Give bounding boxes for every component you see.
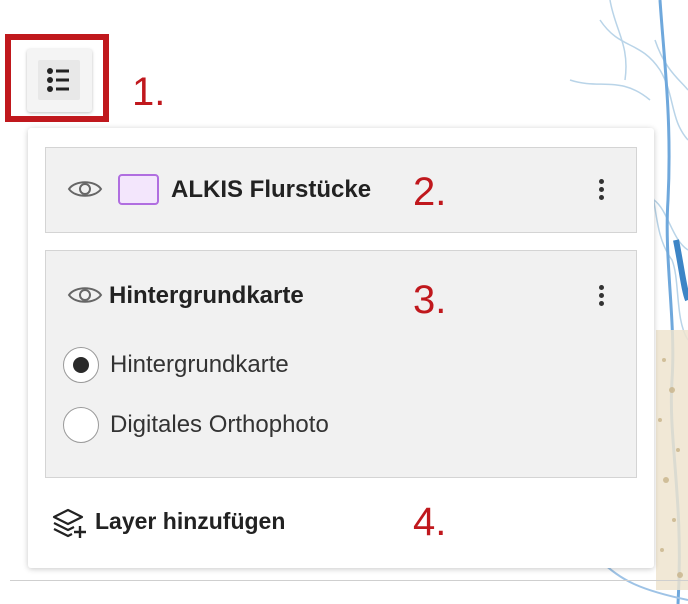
kebab-menu-icon[interactable] bbox=[591, 280, 611, 312]
radio-option-digitales-orthophoto[interactable]: Digitales Orthophoto bbox=[63, 407, 383, 447]
radio-label: Hintergrundkarte bbox=[110, 351, 289, 378]
layer-title: Hintergrundkarte bbox=[109, 282, 304, 309]
radio-label: Digitales Orthophoto bbox=[110, 411, 329, 438]
eye-icon[interactable] bbox=[67, 284, 103, 306]
annotation-number: 1. bbox=[132, 70, 166, 114]
annotation-number: 2. bbox=[413, 170, 447, 214]
polygon-swatch-icon bbox=[118, 174, 159, 205]
add-layer-label: Layer hinzufügen bbox=[95, 508, 286, 534]
layer-card-alkis: ALKIS Flurstücke bbox=[45, 147, 637, 233]
list-icon bbox=[47, 68, 69, 92]
eye-icon[interactable] bbox=[67, 178, 103, 200]
radio-option-hintergrundkarte[interactable]: Hintergrundkarte bbox=[63, 347, 383, 387]
add-layer-button[interactable]: Layer hinzufügen bbox=[52, 506, 322, 540]
divider bbox=[10, 580, 688, 581]
kebab-menu-icon[interactable] bbox=[591, 174, 611, 206]
radio-button[interactable] bbox=[63, 347, 99, 383]
radio-button[interactable] bbox=[63, 407, 99, 443]
annotation-number: 3. bbox=[413, 278, 447, 322]
layers-add-icon bbox=[52, 508, 86, 538]
layer-panel-toggle-button[interactable] bbox=[27, 49, 92, 112]
layer-card-hintergrundkarte: Hintergrundkarte Hintergrundkarte Digita… bbox=[45, 250, 637, 478]
layer-panel: ALKIS Flurstücke 2. Hintergrundkarte Hin… bbox=[28, 128, 654, 568]
annotation-number: 4. bbox=[413, 500, 447, 544]
layer-title: ALKIS Flurstücke bbox=[171, 176, 372, 203]
